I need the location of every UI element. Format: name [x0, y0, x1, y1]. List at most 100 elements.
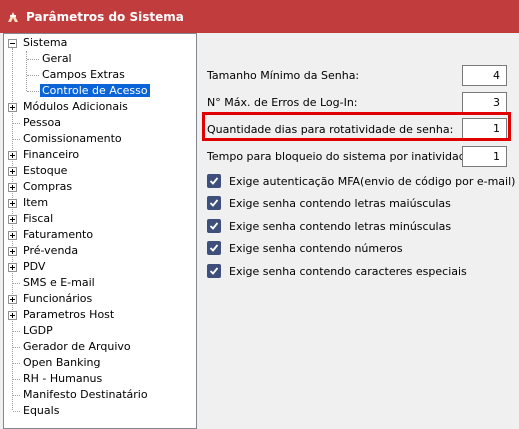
tree-item-label: Fiscal: [23, 212, 54, 225]
tree-item-label: Faturamento: [23, 228, 94, 241]
tree-item-label: Gerador de Arquivo: [23, 340, 131, 353]
tree-item[interactable]: Equals: [21, 403, 61, 419]
tree-item-label: SMS e E-mail: [23, 276, 95, 289]
check-icon[interactable]: [207, 219, 221, 233]
tree-item[interactable]: Compras: [21, 179, 74, 195]
tree-item-campos-extras[interactable]: Campos Extras: [40, 67, 127, 83]
tree-item-label: Equals: [23, 404, 60, 417]
tree-connector: [13, 395, 20, 396]
numbers-checkbox-row[interactable]: Exige senha contendo números: [207, 241, 403, 255]
tree-item-label: PDV: [23, 260, 46, 273]
tree-connector: [13, 139, 20, 140]
tree-item-label: Estoque: [23, 164, 68, 177]
checkbox-label: Exige senha contendo letras minúsculas: [229, 219, 452, 233]
collapse-icon[interactable]: [8, 39, 17, 48]
tree-item[interactable]: RH - Humanus: [21, 371, 104, 387]
expand-icon[interactable]: [8, 247, 17, 256]
tree-item-label: Pessoa: [23, 116, 61, 129]
tree-item-label: Comissionamento: [23, 132, 122, 145]
tree-item-label: RH - Humanus: [23, 372, 103, 385]
tree-item[interactable]: Pessoa: [21, 115, 63, 131]
tree-connector: [13, 363, 20, 364]
tree-connector: [27, 75, 39, 76]
tree-item-label: Open Banking: [23, 356, 101, 369]
window-title: Parâmetros do Sistema: [26, 9, 184, 24]
highlight-box: [202, 112, 511, 141]
expand-icon[interactable]: [8, 295, 17, 304]
tree-item-label: Pré-venda: [23, 244, 79, 257]
app-logo-icon: [5, 9, 21, 25]
tree-connector: [13, 347, 20, 348]
tree-item[interactable]: Fiscal: [21, 211, 55, 227]
checkbox-label: Exige senha contendo caracteres especiai…: [229, 264, 467, 278]
tree-item-label: Campos Extras: [42, 68, 125, 81]
tree-connector: [26, 51, 27, 91]
tree-item[interactable]: Parametros Host: [21, 307, 116, 323]
expand-icon[interactable]: [8, 151, 17, 160]
expand-icon[interactable]: [8, 167, 17, 176]
max-login-errors-input[interactable]: 3: [462, 92, 507, 113]
expand-icon[interactable]: [8, 263, 17, 272]
tree-connector: [13, 379, 20, 380]
tree-item-label: Compras: [23, 180, 73, 193]
tree-item-label: Módulos Adicionais: [23, 100, 128, 113]
expand-icon[interactable]: [8, 183, 17, 192]
tree-item[interactable]: Manifesto Destinatário: [21, 387, 150, 403]
tree-item[interactable]: Módulos Adicionais: [21, 99, 130, 115]
tree-item[interactable]: Pré-venda: [21, 243, 80, 259]
tree-item[interactable]: PDV: [21, 259, 47, 275]
tree-item[interactable]: Funcionários: [21, 291, 94, 307]
tree-item-label: Sistema: [23, 36, 68, 49]
checkbox-label: Exige senha contendo letras maiúsculas: [229, 196, 451, 210]
lowercase-checkbox-row[interactable]: Exige senha contendo letras minúsculas: [207, 219, 451, 233]
inactivity-lock-time-label: Tempo para bloqueio do sistema por inati…: [207, 150, 506, 163]
tree-connector: [13, 411, 20, 412]
settings-window: Parâmetros do Sistema Sistema Geral Camp…: [0, 0, 519, 429]
tree-item[interactable]: Gerador de Arquivo: [21, 339, 133, 355]
tree-item[interactable]: Open Banking: [21, 355, 103, 371]
expand-icon[interactable]: [8, 311, 17, 320]
tree-item-label: Manifesto Destinatário: [23, 388, 148, 401]
expand-icon[interactable]: [8, 103, 17, 112]
tree-item[interactable]: SMS e E-mail: [21, 275, 97, 291]
title-bar: Parâmetros do Sistema: [0, 0, 519, 33]
inactivity-lock-time-input[interactable]: 1: [462, 146, 507, 167]
tree-connector: [27, 91, 39, 92]
min-password-size-input[interactable]: 4: [462, 65, 507, 86]
special-chars-checkbox-row[interactable]: Exige senha contendo caracteres especiai…: [207, 264, 467, 278]
tree-item[interactable]: LGDP: [21, 323, 55, 339]
tree-item[interactable]: Faturamento: [21, 227, 95, 243]
check-icon[interactable]: [207, 196, 221, 210]
max-login-errors-label: N° Máx. de Erros de Log-In:: [207, 96, 358, 109]
tree-item-geral[interactable]: Geral: [40, 51, 74, 67]
tree-item[interactable]: Item: [21, 195, 50, 211]
settings-tree[interactable]: Sistema Geral Campos Extras Controle de …: [3, 33, 197, 429]
tree-connector: [27, 59, 39, 60]
tree-item-label: Parametros Host: [23, 308, 115, 321]
expand-icon[interactable]: [8, 231, 17, 240]
tree-item[interactable]: Estoque: [21, 163, 69, 179]
tree-item[interactable]: Financeiro: [21, 147, 81, 163]
tree-connector: [13, 123, 20, 124]
check-icon[interactable]: [207, 174, 221, 188]
tree-item-controle-de-acesso[interactable]: Controle de Acesso: [39, 83, 151, 99]
tree-connector: [13, 283, 20, 284]
mfa-checkbox-row[interactable]: Exige autenticação MFA(envio de código p…: [207, 174, 515, 188]
tree-item-label: Financeiro: [23, 148, 80, 161]
tree-item[interactable]: Comissionamento: [21, 131, 124, 147]
check-icon[interactable]: [207, 264, 221, 278]
checkbox-label: Exige autenticação MFA(envio de código p…: [229, 174, 516, 188]
tree-connector: [13, 331, 20, 332]
tree-item-sistema[interactable]: Sistema: [21, 35, 69, 51]
checkbox-label: Exige senha contendo números: [229, 241, 403, 255]
tree-item-label: Funcionários: [23, 292, 93, 305]
expand-icon[interactable]: [8, 199, 17, 208]
expand-icon[interactable]: [8, 215, 17, 224]
min-password-size-label: Tamanho Mínimo da Senha:: [207, 69, 360, 82]
uppercase-checkbox-row[interactable]: Exige senha contendo letras maiúsculas: [207, 196, 451, 210]
check-icon[interactable]: [207, 241, 221, 255]
tree-item-label: LGDP: [23, 324, 53, 337]
tree-item-label: Controle de Acesso: [39, 83, 151, 98]
settings-panel: Tamanho Mínimo da Senha: 4 N° Máx. de Er…: [199, 33, 519, 429]
tree-item-label: Geral: [42, 52, 72, 65]
